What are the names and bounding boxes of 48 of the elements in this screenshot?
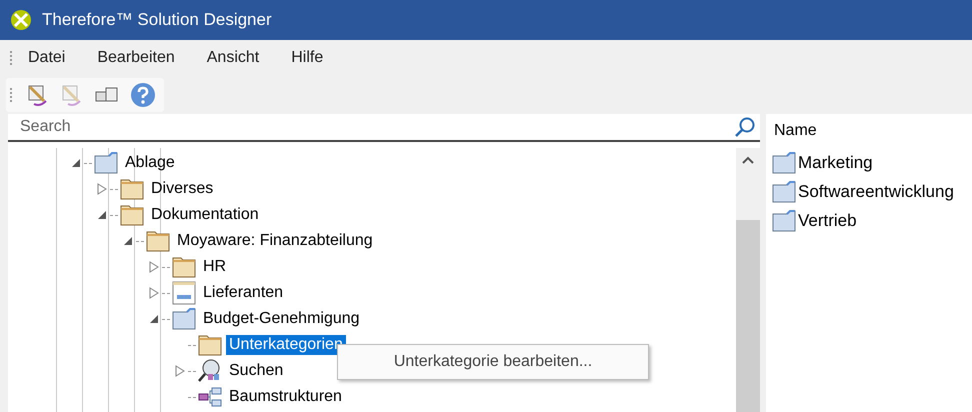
context-menu-item[interactable]: Unterkategorie bearbeiten... [394, 353, 592, 371]
folder-icon [772, 210, 796, 232]
folder-icon [94, 152, 118, 174]
form-icon [172, 281, 196, 305]
tree-item[interactable]: Lieferanten [200, 283, 286, 303]
search-field[interactable]: Search [18, 117, 734, 137]
folder-icon [172, 256, 196, 278]
tree-item[interactable]: Dokumentation [148, 205, 262, 225]
tree-item[interactable]: Diverses [148, 179, 216, 199]
help-icon[interactable] [130, 82, 156, 108]
menu-item[interactable]: Bearbeiten [97, 49, 175, 67]
collapse-arrow-icon[interactable] [71, 158, 81, 168]
tree-item[interactable]: Moyaware: Finanzabteilung [174, 231, 376, 251]
scroll-up-icon[interactable] [742, 156, 754, 164]
expand-arrow-icon[interactable] [175, 365, 185, 377]
tree-item[interactable]: Suchen [226, 361, 286, 381]
collapse-arrow-icon[interactable] [97, 210, 107, 220]
tree-item[interactable]: Baumstrukturen [226, 387, 345, 407]
collapse-arrow-icon[interactable] [149, 314, 159, 324]
expand-arrow-icon[interactable] [97, 183, 107, 195]
tree-item[interactable]: Budget-Genehmigung [200, 309, 363, 329]
column-header[interactable]: Name [774, 122, 972, 148]
expand-arrow-icon[interactable] [149, 287, 159, 299]
folder-icon [146, 230, 170, 252]
folder-icon [120, 178, 144, 200]
folder-icon [120, 204, 144, 226]
tree-item[interactable]: Unterkategorien [226, 335, 346, 355]
menu-item[interactable]: Datei [28, 49, 66, 67]
list-item[interactable]: Softwareentwicklung [798, 182, 954, 202]
list-item[interactable]: Vertrieb [798, 210, 857, 230]
folder-icon [772, 152, 796, 174]
search-icon[interactable] [734, 116, 756, 138]
menu-item[interactable]: Hilfe [291, 49, 324, 67]
search-person-icon [198, 359, 222, 383]
menu-item[interactable]: Ansicht [206, 49, 260, 67]
tree-item[interactable]: Ablage [122, 153, 178, 173]
scrollbar[interactable] [736, 148, 760, 412]
collapse-arrow-icon[interactable] [123, 236, 133, 246]
folder-icon [772, 180, 796, 202]
expand-arrow-icon[interactable] [149, 261, 159, 273]
tree-item[interactable]: HR [200, 257, 230, 277]
scrollbar-thumb[interactable] [736, 220, 760, 412]
folder-icon [172, 308, 196, 330]
list-item[interactable]: Marketing [798, 152, 873, 172]
window-title: Therefore™ Solution Designer [42, 10, 272, 30]
app-logo-icon [10, 9, 32, 31]
tree-structure-icon [198, 386, 222, 408]
folder-icon [198, 334, 222, 356]
